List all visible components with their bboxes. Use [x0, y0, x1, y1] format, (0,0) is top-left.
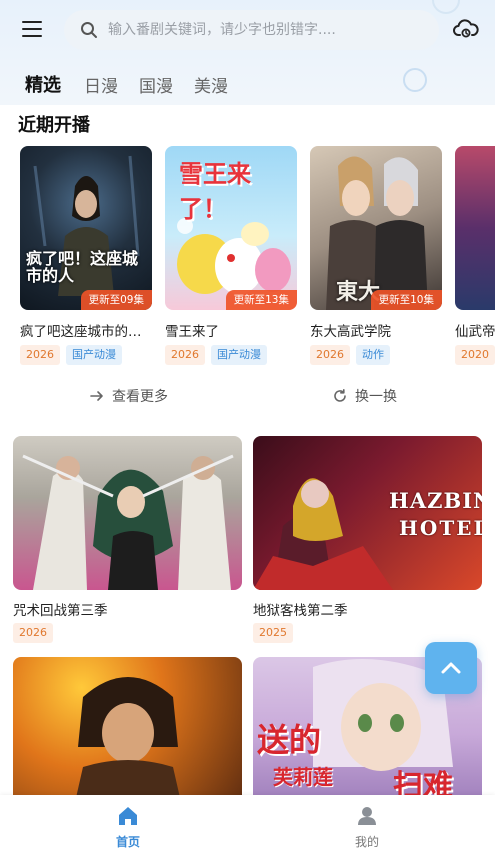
view-more-button[interactable]: 查看更多	[90, 386, 168, 406]
search-bar[interactable]	[64, 10, 439, 50]
year-tag: 2026	[20, 345, 60, 365]
update-badge: 更新至10集	[370, 290, 442, 310]
chevron-up-icon	[441, 662, 461, 674]
anime-title: 地狱客栈第二季	[253, 603, 348, 619]
year-tag: 2026	[310, 345, 350, 365]
update-badge: 更新至09集	[80, 290, 152, 310]
refresh-button[interactable]: 换一换	[333, 386, 397, 406]
anime-poster	[13, 436, 242, 590]
anime-title: 雪王来了	[165, 324, 219, 340]
anime-card[interactable]	[13, 657, 242, 811]
year-tag: 2026	[165, 345, 205, 365]
poster-title-text: HAZBIN	[389, 488, 482, 513]
anime-poster: 疯了吧！这座城市的人 更新至09集	[20, 146, 152, 310]
anime-poster: HAZBIN HOTEL	[253, 436, 482, 590]
search-icon	[81, 22, 97, 38]
nav-item-profile[interactable]: 我的	[317, 795, 417, 856]
refresh-label: 换一换	[355, 389, 397, 405]
section-title: 近期开播	[18, 115, 90, 136]
anime-poster	[13, 657, 242, 811]
view-more-label: 查看更多	[112, 389, 168, 405]
anime-title: 疯了吧这座城市的人都...	[20, 324, 152, 340]
search-input[interactable]	[108, 10, 428, 50]
arrow-right-icon	[90, 391, 103, 401]
poster-title-text: 雪王来了！	[179, 160, 251, 223]
year-tag: 2026	[13, 623, 53, 643]
anime-card[interactable]: 咒术回战第三季 2026	[13, 436, 242, 643]
anime-poster	[455, 146, 495, 310]
genre-tag: 国产动漫	[66, 345, 122, 365]
poster-title-text: 送的	[257, 721, 322, 759]
poster-title-text: 疯了吧！这座城市的人	[26, 249, 139, 285]
tab-chinese-anime[interactable]: 国漫	[139, 72, 173, 97]
bottom-nav: 首页 我的	[0, 795, 495, 856]
nav-label-profile: 我的	[354, 835, 379, 849]
update-badge: 更新至13集	[225, 290, 297, 310]
anime-card[interactable]: 疯了吧！这座城市的人 更新至09集 疯了吧这座城市的人都... 2026 国产动…	[20, 146, 152, 365]
year-tag: 2020	[455, 345, 495, 365]
poster-subtitle-text: 芙莉莲	[273, 765, 333, 789]
nav-item-home[interactable]: 首页	[78, 795, 178, 856]
tab-japanese-anime[interactable]: 日漫	[84, 72, 118, 97]
anime-title: 咒术回战第三季	[13, 603, 108, 619]
anime-poster: 雪王来了！ 更新至13集	[165, 146, 297, 310]
anime-card[interactable]: 仙武帝尊 2020	[455, 146, 495, 376]
scroll-to-top-button[interactable]	[425, 642, 477, 694]
genre-tag: 动作	[356, 345, 390, 365]
genre-tag: 国产动漫	[211, 345, 267, 365]
refresh-icon	[334, 389, 346, 402]
home-icon	[119, 807, 137, 825]
cloud-sync-icon[interactable]	[453, 18, 479, 40]
tab-featured[interactable]: 精选	[25, 71, 61, 97]
app-header	[0, 0, 495, 62]
anime-poster: 東大 更新至10集	[310, 146, 442, 310]
category-tabs: 精选 日漫 国漫 美漫	[0, 68, 495, 98]
tab-american-anime[interactable]: 美漫	[194, 72, 228, 97]
user-icon	[358, 807, 376, 825]
anime-card[interactable]: 雪王来了！ 更新至13集 雪王来了 2026 国产动漫	[165, 146, 297, 365]
anime-card[interactable]: 東大 更新至10集 东大高武学院 2026 动作	[310, 146, 442, 365]
poster-subtitle-text: HOTEL	[399, 516, 482, 540]
anime-title: 东大高武学院	[310, 324, 391, 340]
anime-card[interactable]: HAZBIN HOTEL 地狱客栈第二季 2025	[253, 436, 482, 643]
nav-label-home: 首页	[115, 835, 140, 849]
year-tag: 2025	[253, 623, 293, 643]
menu-icon[interactable]	[22, 21, 42, 38]
anime-title: 仙武帝尊	[455, 324, 495, 340]
